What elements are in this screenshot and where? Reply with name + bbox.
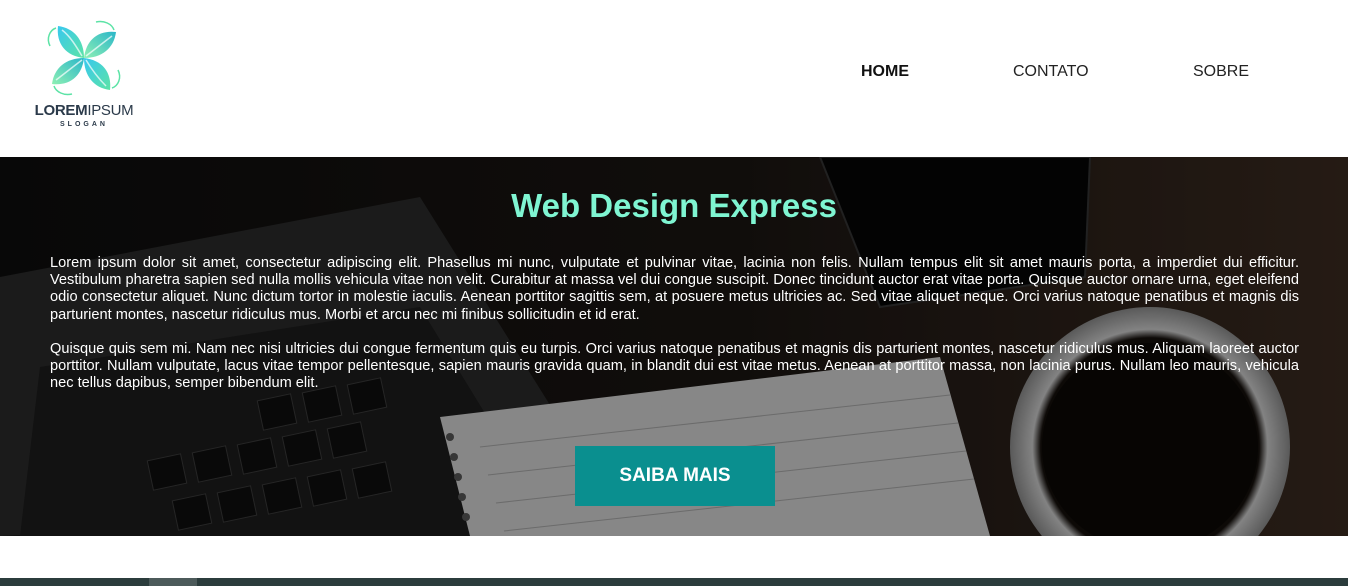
logo[interactable]: LOREMIPSUM SLOGAN <box>28 18 140 134</box>
hero-title: Web Design Express <box>511 187 837 224</box>
site-header: LOREMIPSUM SLOGAN HOME CONTATO SOBRE <box>0 0 1348 157</box>
hero-body: Lorem ipsum dolor sit amet, consectetur … <box>50 255 1299 409</box>
nav-item-home[interactable]: HOME <box>861 63 909 81</box>
leaf-logo-icon <box>47 20 121 96</box>
hero-section: Web Design Express Lorem ipsum dolor sit… <box>0 157 1348 536</box>
hero-paragraph-2: Quisque quis sem mi. Nam nec nisi ultric… <box>50 340 1299 392</box>
hero-paragraph-1: Lorem ipsum dolor sit amet, consectetur … <box>50 255 1299 323</box>
logo-word-light: IPSUM <box>87 102 134 119</box>
logo-word-bold: LOREM <box>34 102 88 119</box>
nav-item-sobre[interactable]: SOBRE <box>1193 63 1249 81</box>
nav-item-contato[interactable]: CONTATO <box>1013 63 1089 81</box>
saiba-mais-button[interactable]: SAIBA MAIS <box>575 446 775 506</box>
logo-slogan: SLOGAN <box>60 121 108 128</box>
logo-wordmark: LOREMIPSUM <box>28 102 140 119</box>
next-section-edge <box>0 578 1348 586</box>
next-section-chip <box>149 578 197 586</box>
